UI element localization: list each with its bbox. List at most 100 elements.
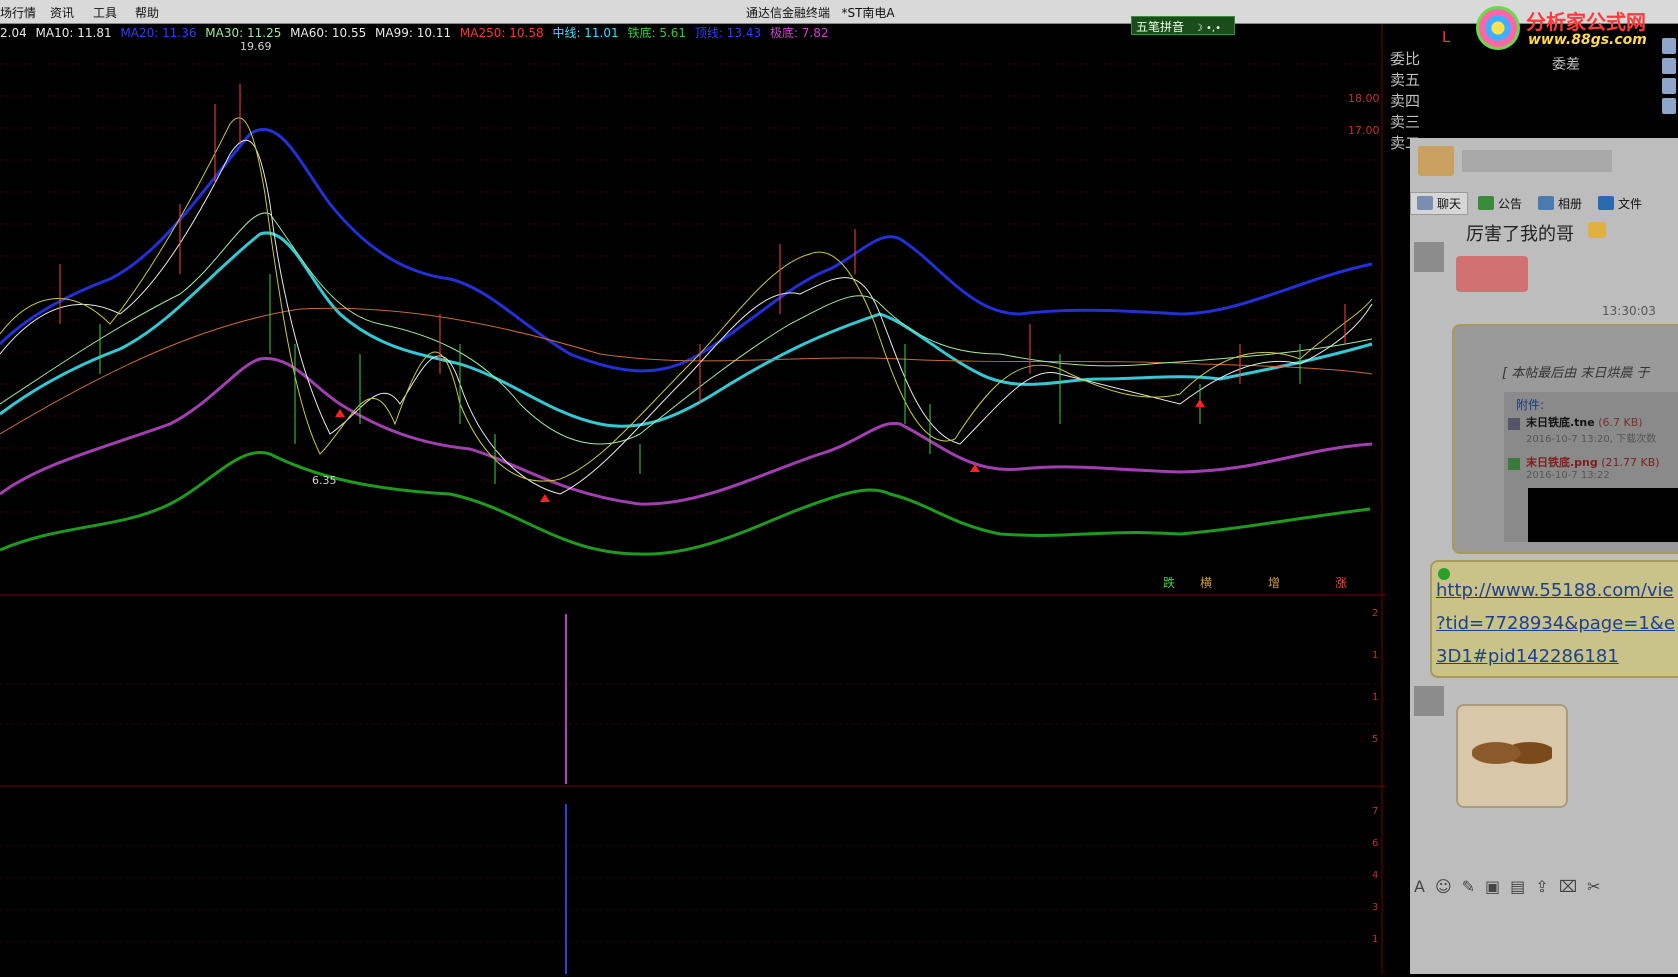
bear-sticker-bubble[interactable] xyxy=(1456,704,1568,808)
logo-url: www.88gs.com xyxy=(1528,32,1647,48)
ime-indicator[interactable]: 五笔拼音 ☽ •,• xyxy=(1131,16,1235,35)
attachment-file-1[interactable]: 末日铁底.tne (6.7 KB) xyxy=(1526,414,1643,430)
menu-news[interactable]: 资讯 xyxy=(50,4,74,21)
iron-bottom-line xyxy=(0,451,1371,556)
ime-label: 五笔拼音 xyxy=(1136,20,1185,34)
magic-wand-icon[interactable]: ✎ xyxy=(1462,877,1475,896)
tab-chat[interactable]: 聊天 xyxy=(1410,191,1469,215)
order-row-ask4: 卖四 xyxy=(1390,92,1421,110)
gift-icon[interactable]: ▣ xyxy=(1485,877,1500,896)
verified-icon xyxy=(1438,568,1450,580)
side-icon-3[interactable] xyxy=(1662,78,1676,94)
menu-tools[interactable]: 工具 xyxy=(93,4,117,21)
menu-help[interactable]: 帮助 xyxy=(135,4,159,21)
tab-chat-label: 聊天 xyxy=(1437,196,1462,211)
attachment-title: 附件: xyxy=(1516,398,1545,412)
font-icon[interactable]: A xyxy=(1414,877,1425,896)
lower-tick: 6 xyxy=(1372,838,1378,849)
ma-legend-item: 中线: 11.01 xyxy=(552,26,619,40)
attachment-file-2[interactable]: 末日铁底.png (21.77 KB) xyxy=(1526,454,1660,470)
logo-name: 分析家公式网 xyxy=(1526,10,1646,34)
file-2-name: 末日铁底.png xyxy=(1526,456,1598,469)
menu-bar: 场行情 资讯 工具 帮助 通达信金融终端 *ST南电A xyxy=(0,0,1678,24)
lower-tick: 2 xyxy=(1372,608,1378,619)
folder-icon xyxy=(1598,196,1615,210)
side-icon-2[interactable] xyxy=(1662,58,1676,74)
flag-icon xyxy=(1478,196,1495,210)
avatar xyxy=(1418,146,1454,176)
stock-title: *ST南电A xyxy=(841,6,895,20)
tab-announcement[interactable]: 公告 xyxy=(1472,193,1528,214)
message-timestamp: 13:30:03 xyxy=(1602,304,1656,318)
file-png-icon xyxy=(1508,458,1520,470)
link-bubble[interactable]: http://www.55188.com/vie ?tid=7728934&pa… xyxy=(1430,560,1678,678)
signal-flat: 横 xyxy=(1200,576,1212,590)
top-line xyxy=(0,127,1373,373)
lower-tick: 1 xyxy=(1372,692,1378,703)
tab-announcement-label: 公告 xyxy=(1498,196,1523,211)
trash-icon[interactable]: ⌧ xyxy=(1559,877,1577,896)
file-2-meta: 2016-10-7 13:22 xyxy=(1526,470,1610,481)
lower-tick: 1 xyxy=(1372,650,1378,661)
side-icon-4[interactable] xyxy=(1662,98,1676,114)
app-title: 通达信金融终端 *ST南电A xyxy=(746,4,895,21)
app-title-name: 通达信金融终端 xyxy=(746,6,831,20)
emoji-icon[interactable]: ☺ xyxy=(1435,877,1452,896)
signal-rise: 涨 xyxy=(1335,575,1347,590)
price-tick: 18.00 xyxy=(1348,92,1380,105)
tab-album-label: 相册 xyxy=(1558,196,1583,211)
scissors-icon[interactable]: ✂ xyxy=(1587,877,1600,896)
blurred-contact-name xyxy=(1462,150,1612,172)
grid-lines xyxy=(0,63,1380,943)
image-preview xyxy=(1528,488,1678,542)
kline-chart[interactable]: 19.69 6.35 18.00 17.00 跌 横 增 涨 2 1 1 5 7… xyxy=(0,24,1386,974)
side-icon-1[interactable] xyxy=(1662,38,1676,54)
ma-legend-item: MA10: 11.81 xyxy=(35,26,112,40)
tab-album[interactable]: 相册 xyxy=(1532,193,1588,214)
signal-increase: 增 xyxy=(1268,576,1280,590)
order-row-ask3: 卖三 xyxy=(1390,113,1421,131)
lower-tick: 5 xyxy=(1372,734,1378,745)
photo-icon xyxy=(1538,196,1555,210)
lower-tick: 7 xyxy=(1372,806,1378,817)
order-row-ask5: 卖五 xyxy=(1390,71,1421,89)
logo: 分析家公式网 www.88gs.com xyxy=(1476,2,1676,54)
upload-icon[interactable]: ⇪ xyxy=(1535,877,1548,896)
chat-message-snippet: 厉害了我的哥 xyxy=(1466,224,1574,245)
file-1-name: 末日铁底.tne xyxy=(1526,416,1595,429)
ime-mode-icons: ☽ •,• xyxy=(1193,23,1221,34)
order-book-header: L xyxy=(1442,28,1451,46)
ma-legend: 2.04 MA10: 11.81 MA20: 11.36 MA30: 11.25… xyxy=(0,24,834,40)
post-link-line-3[interactable]: 3D1#pid142286181 xyxy=(1436,640,1678,673)
ma-legend-item: MA99: 10.11 xyxy=(375,26,452,40)
ma-legend-item: MA60: 10.55 xyxy=(290,26,367,40)
kline-svg: 19.69 6.35 18.00 17.00 跌 横 增 涨 2 1 1 5 7… xyxy=(0,24,1386,974)
lower-tick: 3 xyxy=(1372,902,1378,913)
lower-tick: 1 xyxy=(1372,934,1378,945)
file-1-meta: 2016-10-7 13:20, 下载次数 xyxy=(1526,434,1657,445)
file-tne-icon xyxy=(1508,418,1520,430)
chat-tabs: 聊天 公告 相册 文件 xyxy=(1410,188,1678,218)
attachment-box: 附件: 末日铁底.tne (6.7 KB) 2016-10-7 13:20, 下… xyxy=(1504,392,1678,542)
tab-files[interactable]: 文件 xyxy=(1592,193,1648,214)
buy-arrows xyxy=(335,399,1205,502)
order-diff-label: 委差 xyxy=(1552,57,1580,73)
forum-post-bubble[interactable]: [ 本帖最后由 末日烘晨 于 附件: 末日铁底.tne (6.7 KB) 201… xyxy=(1452,324,1678,554)
chat-window[interactable]: 聊天 公告 相册 文件 厉害了我的哥 13:30:03 [ 本帖最后由 末日烘晨… xyxy=(1410,138,1678,974)
chat-input-toolbar: A ☺ ✎ ▣ ▤ ⇪ ⌧ ✂ xyxy=(1414,877,1601,896)
low-price-label: 6.35 xyxy=(312,474,337,487)
ma-legend-item: MA30: 11.25 xyxy=(205,26,282,40)
sticker-image xyxy=(1456,256,1528,292)
ma-legend-item: MA250: 10.58 xyxy=(459,26,544,40)
chat-bubble-icon xyxy=(1417,196,1433,210)
post-link-line-1[interactable]: http://www.55188.com/vie xyxy=(1436,574,1678,607)
ma-legend-item: MA20: 11.36 xyxy=(120,26,197,40)
tab-files-label: 文件 xyxy=(1618,196,1643,211)
menu-market[interactable]: 场行情 xyxy=(0,4,36,21)
ma-legend-item: 铁底: 5.61 xyxy=(627,26,687,40)
image-icon[interactable]: ▤ xyxy=(1510,877,1525,896)
sender-avatar xyxy=(1414,242,1444,272)
ma250-line xyxy=(0,307,1373,435)
ma-legend-item: 2.04 xyxy=(0,26,27,40)
post-link-line-2[interactable]: ?tid=7728934&page=1&e xyxy=(1436,607,1678,640)
